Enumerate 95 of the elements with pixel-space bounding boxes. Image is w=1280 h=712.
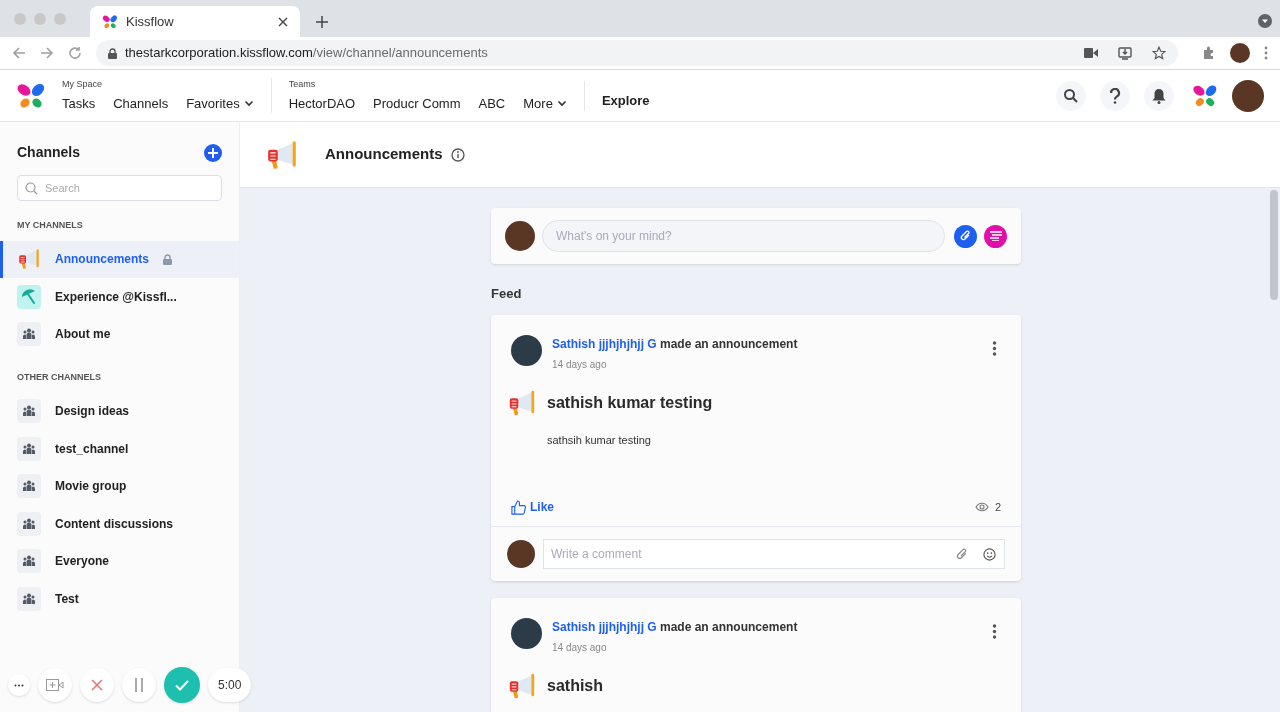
tab-search-icon[interactable] bbox=[1258, 14, 1272, 28]
comment-field[interactable]: Write a comment bbox=[543, 539, 1005, 569]
umbrella-icon bbox=[17, 284, 41, 309]
nav-link[interactable]: ABC bbox=[478, 93, 506, 113]
nav-group-label: Teams bbox=[288, 78, 317, 91]
channel-item[interactable]: Experience @Kissfl... bbox=[0, 278, 239, 315]
kissflow-logo-icon[interactable] bbox=[102, 13, 118, 30]
avatar bbox=[507, 540, 535, 568]
post-time: 14 days ago bbox=[552, 641, 608, 655]
chevron-down-icon bbox=[243, 98, 254, 109]
post-author-line: Sathish jjjhjhjhjj G made an announcement bbox=[552, 619, 799, 636]
new-tab-icon[interactable] bbox=[316, 16, 328, 28]
channel-item[interactable]: test_channel bbox=[0, 430, 239, 467]
section-heading: MY CHANNELS bbox=[16, 219, 84, 232]
channel-item[interactable]: Movie group bbox=[0, 467, 239, 505]
back-icon[interactable] bbox=[12, 46, 26, 60]
search-icon bbox=[25, 182, 38, 195]
nav-group-label: My Space bbox=[62, 78, 104, 91]
group-icon bbox=[17, 549, 41, 573]
poll-button[interactable] bbox=[984, 224, 1007, 248]
chevron-down-icon bbox=[556, 98, 567, 109]
plus-icon bbox=[208, 147, 218, 158]
explore-link[interactable]: Explore bbox=[601, 91, 650, 111]
more-horizontal-icon bbox=[14, 683, 24, 687]
more-vertical-icon[interactable] bbox=[1264, 46, 1268, 60]
channel-item[interactable]: Announcements bbox=[0, 240, 239, 278]
group-icon bbox=[17, 436, 41, 461]
camera-icon[interactable] bbox=[1084, 48, 1098, 58]
video-plus-icon bbox=[46, 679, 64, 691]
more-vertical-icon[interactable] bbox=[992, 340, 997, 356]
info-icon[interactable] bbox=[450, 147, 465, 162]
post-title: sathish bbox=[547, 676, 603, 696]
nav-link[interactable]: Favorites bbox=[186, 93, 254, 113]
group-icon bbox=[17, 511, 41, 536]
avatar bbox=[511, 618, 542, 649]
nav-link[interactable]: HectorDAO bbox=[288, 93, 356, 113]
install-icon[interactable] bbox=[1118, 46, 1132, 60]
search-field[interactable]: Search bbox=[17, 175, 222, 201]
megaphone-icon bbox=[507, 671, 537, 701]
reload-icon[interactable] bbox=[68, 46, 82, 60]
more-vertical-icon[interactable] bbox=[992, 624, 997, 639]
group-icon bbox=[17, 399, 41, 423]
pause-icon bbox=[134, 678, 144, 692]
channel-item[interactable]: Everyone bbox=[0, 542, 239, 580]
paperclip-icon[interactable] bbox=[956, 548, 969, 561]
attach-button[interactable] bbox=[954, 224, 977, 248]
address-bar[interactable]: thestarkcorporation.kissflow.com/view/channel/announcements bbox=[96, 40, 1178, 66]
group-icon bbox=[17, 474, 41, 498]
close-icon[interactable] bbox=[278, 16, 288, 27]
megaphone-icon bbox=[17, 247, 41, 271]
nav-link[interactable]: Producr Comm bbox=[373, 93, 461, 113]
forward-icon[interactable] bbox=[40, 46, 54, 60]
search-button[interactable] bbox=[1056, 80, 1086, 111]
thumbs-up-icon bbox=[511, 499, 526, 515]
star-icon[interactable] bbox=[1152, 46, 1166, 60]
composer-field[interactable]: What's on your mind? bbox=[542, 220, 945, 252]
avatar bbox=[511, 334, 542, 366]
post-time: 14 days ago bbox=[552, 357, 608, 372]
nav-link[interactable]: Tasks bbox=[62, 93, 96, 113]
group-icon bbox=[17, 586, 41, 611]
post-body: sathsih kumar testing bbox=[547, 432, 652, 448]
nav-link[interactable]: More bbox=[523, 93, 567, 113]
view-count: 2 bbox=[994, 499, 1001, 515]
section-heading: OTHER CHANNELS bbox=[16, 371, 102, 384]
avatar bbox=[505, 221, 535, 251]
channel-item[interactable]: Content discussions bbox=[0, 505, 239, 542]
eye-icon bbox=[974, 502, 989, 512]
feed-heading: Feed bbox=[491, 285, 523, 303]
lock-icon bbox=[108, 47, 117, 59]
avatar bbox=[1232, 79, 1264, 112]
browser-tab[interactable]: Kissflow bbox=[90, 6, 300, 37]
channel-title: Announcements bbox=[325, 144, 443, 165]
question-icon bbox=[1109, 87, 1121, 104]
add-channel-button[interactable] bbox=[204, 143, 222, 162]
check-icon bbox=[175, 679, 189, 691]
channel-item[interactable]: Design ideas bbox=[0, 392, 239, 430]
avatar bbox=[1230, 43, 1250, 63]
emoji-icon[interactable] bbox=[983, 548, 996, 561]
sidebar-title: Channels bbox=[17, 143, 80, 162]
group-icon bbox=[17, 322, 41, 346]
list-icon bbox=[989, 231, 1002, 241]
help-button[interactable] bbox=[1100, 80, 1130, 111]
scrollbar-thumb[interactable] bbox=[1270, 190, 1278, 300]
post-title: sathish kumar testing bbox=[547, 392, 713, 413]
puzzle-icon[interactable] bbox=[1202, 46, 1216, 60]
close-icon bbox=[91, 679, 103, 691]
paperclip-icon bbox=[959, 230, 972, 242]
like-button[interactable]: Like bbox=[511, 498, 554, 516]
channel-item[interactable]: About me bbox=[0, 315, 239, 353]
notifications-button[interactable] bbox=[1144, 80, 1174, 111]
channel-item[interactable]: Test bbox=[0, 580, 239, 617]
search-icon bbox=[1063, 87, 1079, 104]
post-author-line: Sathish jjjhjhjhjj G made an announcement bbox=[552, 335, 799, 353]
nav-link[interactable]: Channels bbox=[113, 93, 169, 113]
bell-icon bbox=[1152, 87, 1166, 104]
